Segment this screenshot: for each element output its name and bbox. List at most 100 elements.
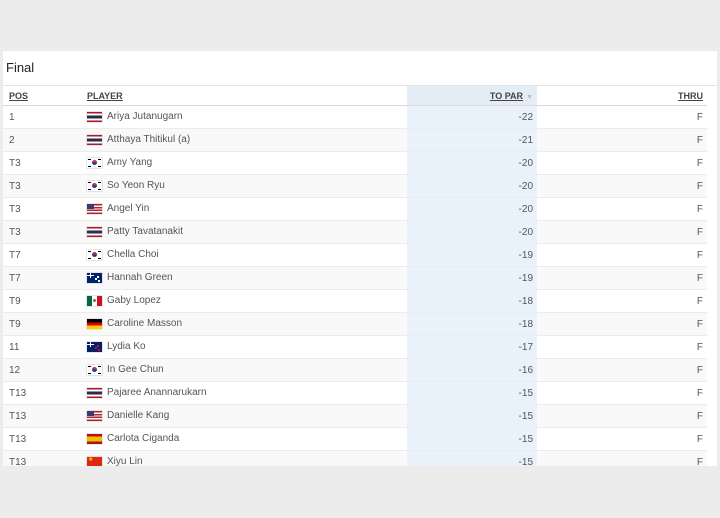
flag-icon — [87, 433, 102, 444]
row-player[interactable]: Caroline Masson — [87, 312, 407, 336]
row-thru: F — [537, 427, 707, 451]
player-name[interactable]: Caroline Masson — [107, 318, 182, 329]
row-player[interactable]: Danielle Kang — [87, 404, 407, 428]
row-topar: -18 — [407, 312, 537, 336]
row-topar: -20 — [407, 197, 537, 221]
row-thru: F — [537, 151, 707, 175]
flag-icon — [87, 364, 102, 375]
column-header-thru-label: THRU — [678, 90, 703, 101]
flag-icon — [87, 203, 102, 214]
leaderboard-rows: 1 Ariya Jutanugarn -22 F 2 Atthaya Thitikul (… — [3, 105, 707, 466]
player-name[interactable]: Lydia Ko — [107, 341, 146, 352]
row-player[interactable]: So Yeon Ryu — [87, 174, 407, 198]
player-name[interactable]: Chella Choi — [107, 249, 159, 260]
flag-icon — [87, 295, 102, 306]
player-name[interactable]: Pajaree Anannarukarn — [107, 387, 207, 398]
table-row[interactable]: T3 Amy Yang -20 F — [3, 151, 707, 175]
flag-icon — [87, 318, 102, 329]
row-topar: -15 — [407, 427, 537, 451]
row-thru: F — [537, 381, 707, 405]
table-row[interactable]: T13 Xiyu Lin -15F — [3, 450, 707, 466]
table-row[interactable]: T3 Angel Yin -20 F — [3, 197, 707, 221]
player-name[interactable]: Danielle Kang — [107, 410, 169, 421]
column-header-pos-label: POS — [9, 90, 29, 101]
player-name[interactable]: Ariya Jutanugarn — [107, 111, 183, 122]
row-pos: T13 — [3, 427, 87, 451]
table-row[interactable]: T9 Caroline Masson -18 F — [3, 312, 707, 336]
row-pos: T13 — [3, 450, 87, 466]
row-thru: F — [537, 220, 707, 244]
flag-icon — [87, 456, 102, 466]
flag-icon — [87, 134, 102, 145]
row-player[interactable]: Chella Choi — [87, 243, 407, 267]
row-topar: -17 — [407, 335, 537, 359]
row-thru: F — [537, 289, 707, 313]
table-row[interactable]: T13 Danielle Kang -15 F — [3, 404, 707, 428]
player-name[interactable]: So Yeon Ryu — [107, 180, 165, 191]
table-header-row: POS PLAYER TO PAR ▼ THRU — [3, 86, 707, 106]
row-thru: F — [537, 358, 707, 382]
column-header-topar[interactable]: TO PAR ▼ — [407, 86, 537, 106]
table-row[interactable]: T3 Patty Tavatanakit -20 F — [3, 220, 707, 244]
row-pos: T9 — [3, 312, 87, 336]
row-player[interactable]: Lydia Ko — [87, 335, 407, 359]
column-header-thru[interactable]: THRU — [537, 86, 707, 106]
row-thru: F — [537, 128, 707, 152]
player-name[interactable]: Gaby Lopez — [107, 295, 161, 306]
table-row[interactable]: 1 Ariya Jutanugarn -22 F — [3, 105, 707, 129]
flag-icon — [87, 157, 102, 168]
row-player[interactable]: Patty Tavatanakit — [87, 220, 407, 244]
table-row[interactable]: T13 Pajaree Anannarukarn -15 F — [3, 381, 707, 405]
row-thru: F — [537, 312, 707, 336]
row-player[interactable]: Carlota Ciganda — [87, 427, 407, 451]
player-name[interactable]: Xiyu Lin — [107, 456, 143, 466]
table-row[interactable]: 2 Atthaya Thitikul (a) -21 F — [3, 128, 707, 152]
row-player[interactable]: Ariya Jutanugarn — [87, 105, 407, 129]
table-row[interactable]: 11 Lydia Ko -17 F — [3, 335, 707, 359]
player-name[interactable]: Angel Yin — [107, 203, 149, 214]
flag-icon — [87, 226, 102, 237]
leaderboard-title: Final — [3, 51, 717, 86]
column-header-player-label: PLAYER — [87, 90, 123, 101]
row-topar: -21 — [407, 128, 537, 152]
column-header-pos[interactable]: POS — [3, 86, 87, 106]
player-name[interactable]: Amy Yang — [107, 157, 152, 168]
table-row[interactable]: T7 Hannah Green -19 F — [3, 266, 707, 290]
table-row[interactable]: T9 Gaby Lopez -18 F — [3, 289, 707, 313]
row-player[interactable]: Atthaya Thitikul (a) — [87, 128, 407, 152]
row-player[interactable]: Xiyu Lin — [87, 450, 407, 466]
row-thru: F — [537, 197, 707, 221]
row-pos: 11 — [3, 335, 87, 359]
row-topar: -15 — [407, 450, 537, 466]
row-pos: T7 — [3, 243, 87, 267]
player-name[interactable]: Patty Tavatanakit — [107, 226, 183, 237]
row-topar: -18 — [407, 289, 537, 313]
player-name[interactable]: Atthaya Thitikul (a) — [107, 134, 190, 145]
row-player[interactable]: Hannah Green — [87, 266, 407, 290]
table-row[interactable]: 12 In Gee Chun -16 F — [3, 358, 707, 382]
row-pos: 1 — [3, 105, 87, 129]
row-pos: 12 — [3, 358, 87, 382]
column-header-player[interactable]: PLAYER — [87, 86, 407, 106]
row-pos: T13 — [3, 381, 87, 405]
player-name[interactable]: Carlota Ciganda — [107, 433, 179, 444]
flag-icon — [87, 387, 102, 398]
player-name[interactable]: Hannah Green — [107, 272, 173, 283]
row-player[interactable]: Angel Yin — [87, 197, 407, 221]
table-row[interactable]: T7 Chella Choi -19 F — [3, 243, 707, 267]
row-thru: F — [537, 174, 707, 198]
row-player[interactable]: Pajaree Anannarukarn — [87, 381, 407, 405]
row-pos: T13 — [3, 404, 87, 428]
row-player[interactable]: In Gee Chun — [87, 358, 407, 382]
player-name[interactable]: In Gee Chun — [107, 364, 164, 375]
row-thru: F — [537, 243, 707, 267]
row-topar: -15 — [407, 381, 537, 405]
table-row[interactable]: T3 So Yeon Ryu -20 F — [3, 174, 707, 198]
flag-icon — [87, 410, 102, 421]
flag-icon — [87, 111, 102, 122]
row-topar: -19 — [407, 266, 537, 290]
row-player[interactable]: Gaby Lopez — [87, 289, 407, 313]
row-player[interactable]: Amy Yang — [87, 151, 407, 175]
column-header-topar-label: TO PAR — [489, 90, 524, 101]
table-row[interactable]: T13 Carlota Ciganda -15 F — [3, 427, 707, 451]
